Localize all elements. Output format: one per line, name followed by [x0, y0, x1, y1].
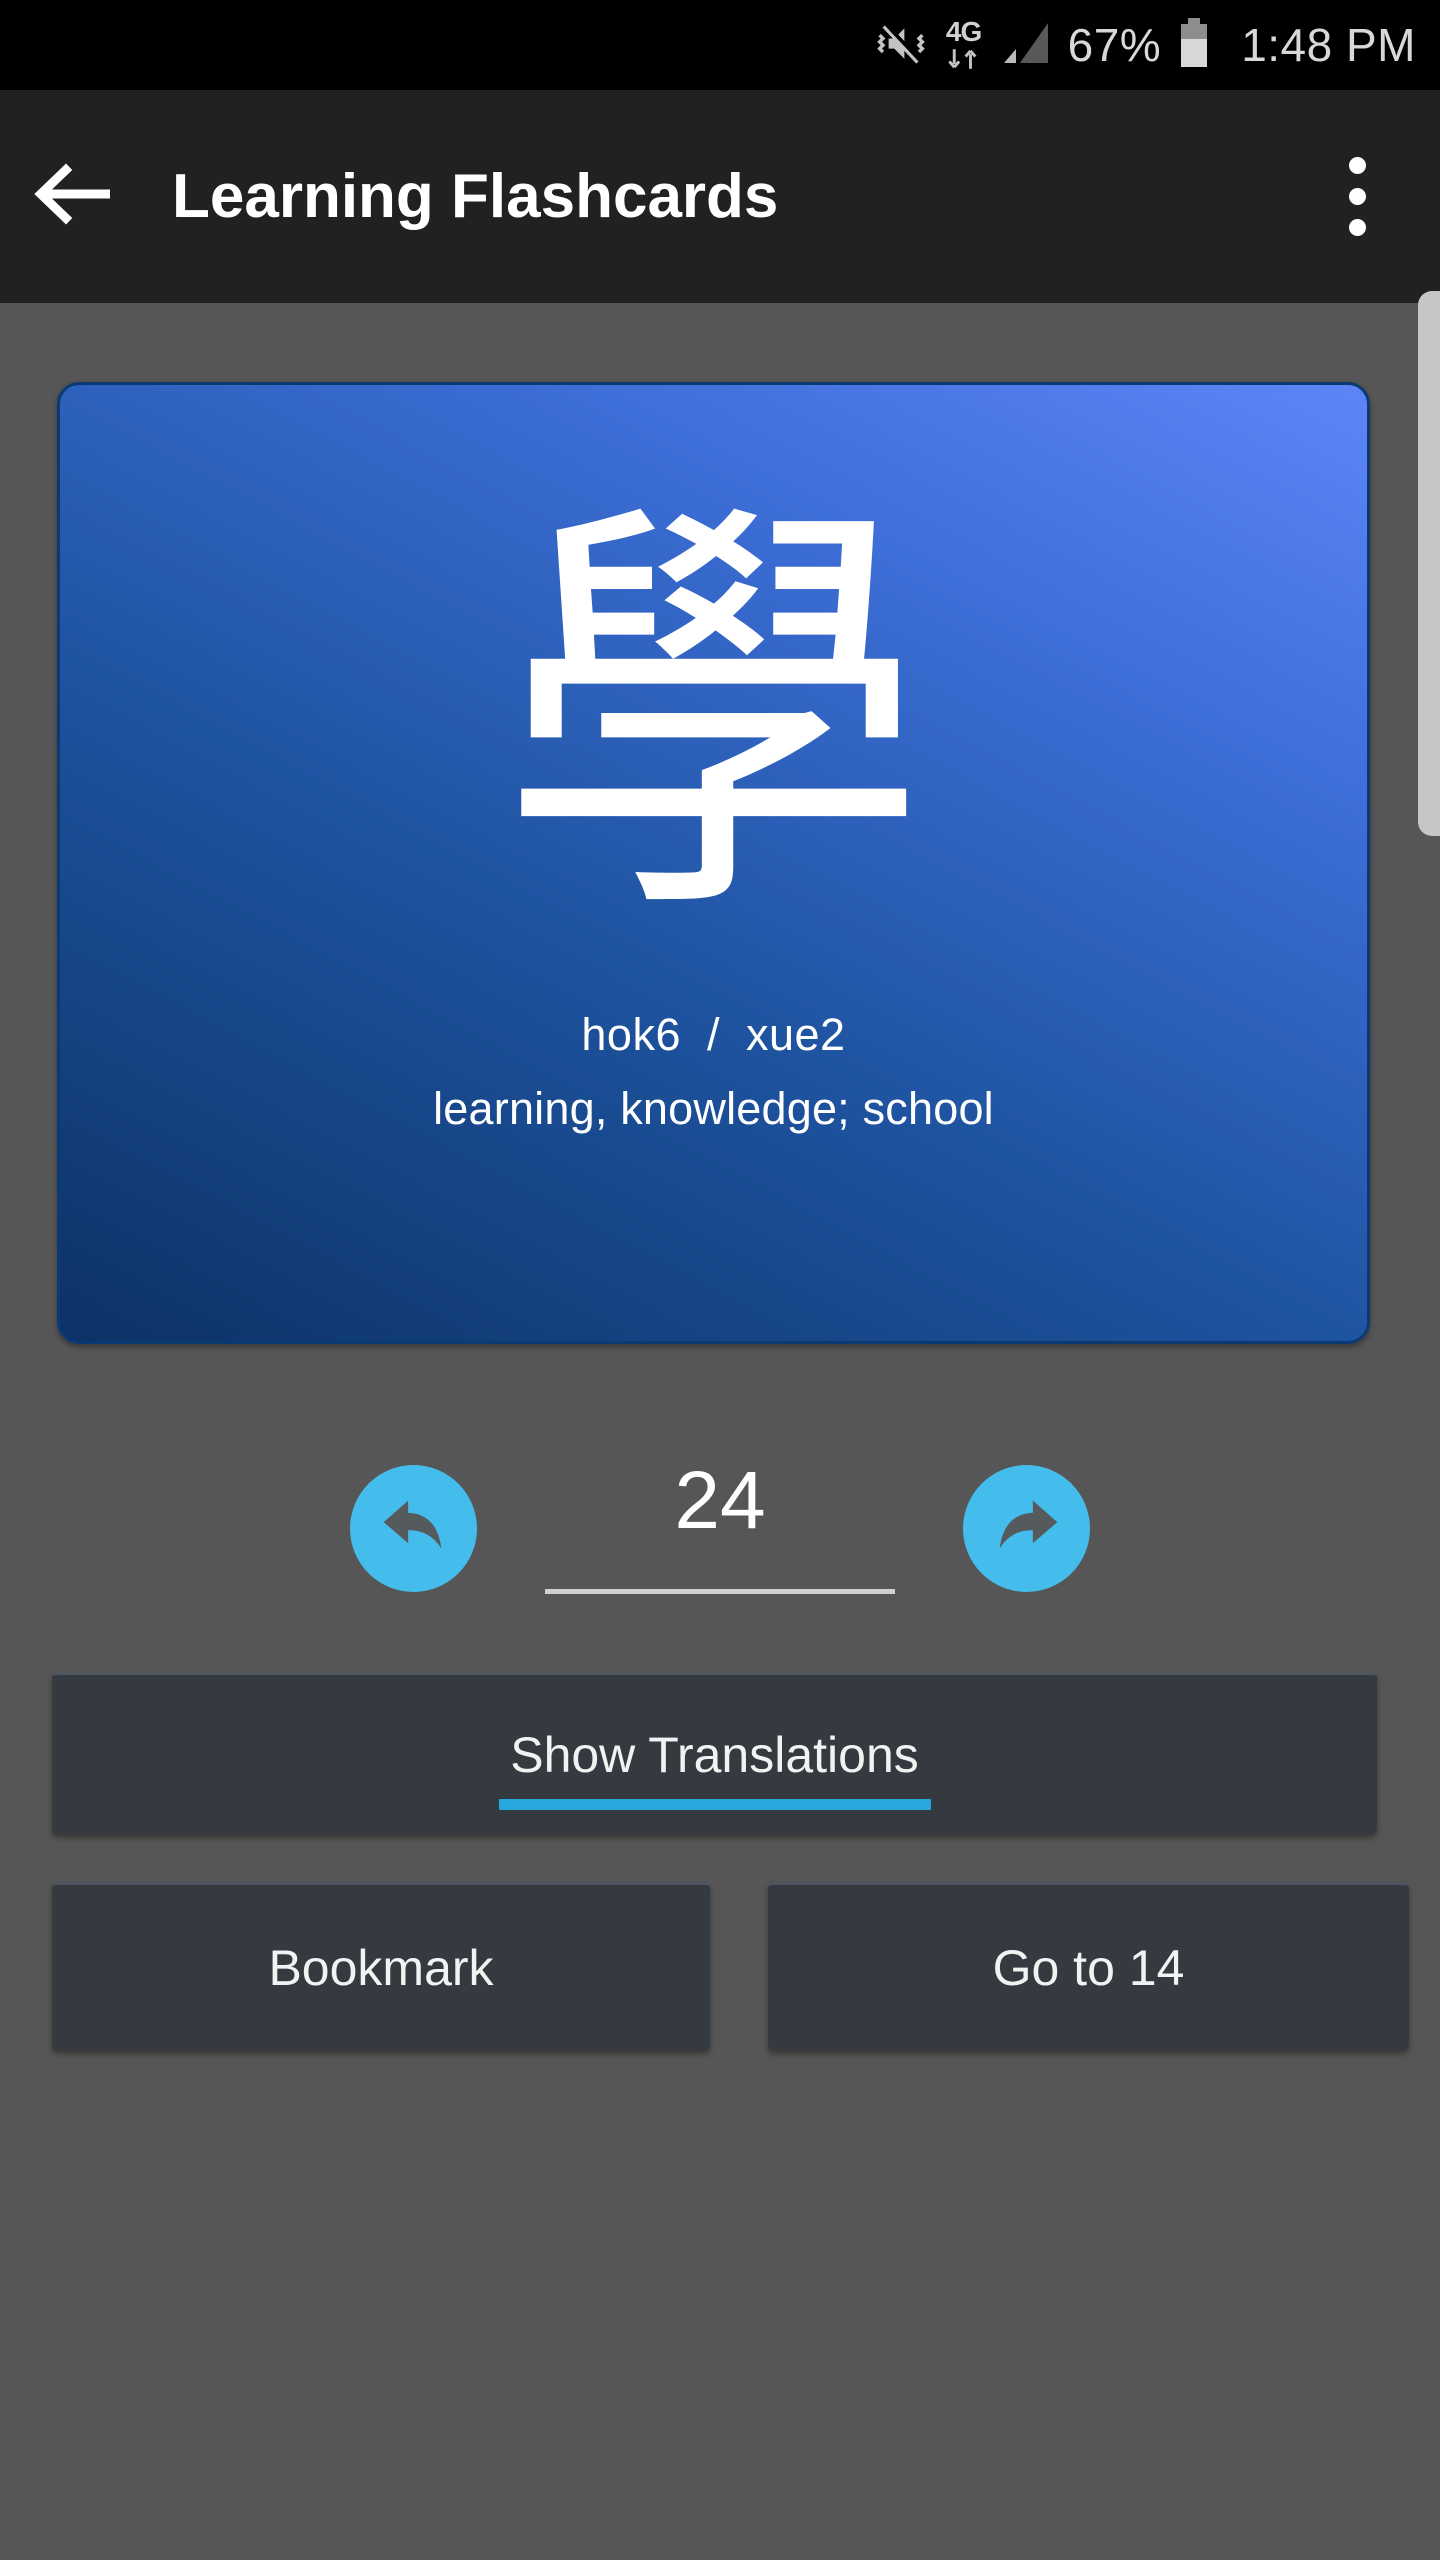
- scrollbar-thumb[interactable]: [1418, 291, 1440, 836]
- battery-percent-label: 67%: [1067, 19, 1162, 71]
- active-indicator: [498, 1799, 931, 1810]
- reply-arrow-icon: [371, 1483, 457, 1574]
- bookmark-label: Bookmark: [268, 1939, 494, 1996]
- network-4g-icon: 4G: [944, 18, 984, 72]
- input-underline: [545, 1589, 895, 1594]
- scrollbar[interactable]: [1418, 291, 1440, 2560]
- bookmark-button[interactable]: Bookmark: [52, 1882, 710, 2050]
- overflow-dot: [1348, 188, 1366, 205]
- app-bar: Learning Flashcards: [0, 90, 1440, 303]
- goto-label: Go to 14: [992, 1939, 1185, 1996]
- show-translations-button[interactable]: Show Translations: [52, 1672, 1377, 1834]
- back-button[interactable]: [0, 90, 150, 303]
- next-card-button[interactable]: [963, 1464, 1090, 1592]
- card-index-input[interactable]: 24: [539, 1448, 901, 1608]
- more-vertical-icon[interactable]: [1302, 132, 1412, 262]
- card-navigation-row: 24: [0, 1448, 1440, 1608]
- overflow-dot: [1348, 219, 1366, 236]
- signal-bars-icon: [1000, 19, 1052, 72]
- app-screen: 4G 67% 1:48 PM Learning Flashcards 學 hok…: [0, 0, 1440, 2560]
- previous-card-button[interactable]: [350, 1464, 477, 1592]
- status-icon-cluster: 4G 67% 1:48 PM: [874, 16, 1416, 75]
- overflow-dot: [1348, 157, 1366, 174]
- flashcard-character: 學: [498, 468, 929, 968]
- battery-icon: [1177, 17, 1211, 74]
- show-translations-label: Show Translations: [510, 1726, 919, 1783]
- clock-label: 1:48 PM: [1241, 19, 1416, 71]
- flashcard-readings: hok6 / xue2: [581, 1009, 846, 1060]
- vibrate-mute-icon: [874, 16, 928, 75]
- status-bar: 4G 67% 1:48 PM: [0, 0, 1440, 90]
- forward-arrow-icon: [984, 1483, 1070, 1574]
- card-index-value: 24: [674, 1455, 766, 1546]
- page-title: Learning Flashcards: [172, 162, 779, 231]
- arrow-left-icon: [34, 159, 116, 234]
- goto-button[interactable]: Go to 14: [768, 1882, 1409, 2050]
- flashcard[interactable]: 學 hok6 / xue2 learning, knowledge; schoo…: [57, 382, 1370, 1344]
- flashcard-meaning: learning, knowledge; school: [433, 1083, 994, 1134]
- network-type-label: 4G: [945, 16, 982, 47]
